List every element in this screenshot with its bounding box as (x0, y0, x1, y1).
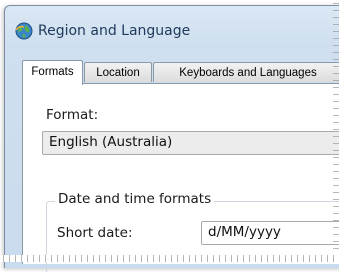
tab-location[interactable]: Location (84, 62, 152, 82)
tab-keyboards-and-languages[interactable]: Keyboards and Languages (153, 62, 339, 82)
tab-formats[interactable]: Formats (22, 60, 83, 85)
torn-edge-bottom (0, 255, 339, 262)
short-date-label: Short date: (57, 225, 133, 241)
date-time-formats-title: Date and time formats (55, 191, 215, 207)
format-dropdown[interactable]: English (Australia) (42, 131, 339, 155)
globe-icon (15, 22, 33, 40)
window-title: Region and Language (38, 23, 191, 39)
short-date-dropdown[interactable]: d/MM/yyyy (201, 221, 339, 245)
format-label: Format: (46, 107, 99, 123)
torn-edge-right (333, 0, 339, 262)
